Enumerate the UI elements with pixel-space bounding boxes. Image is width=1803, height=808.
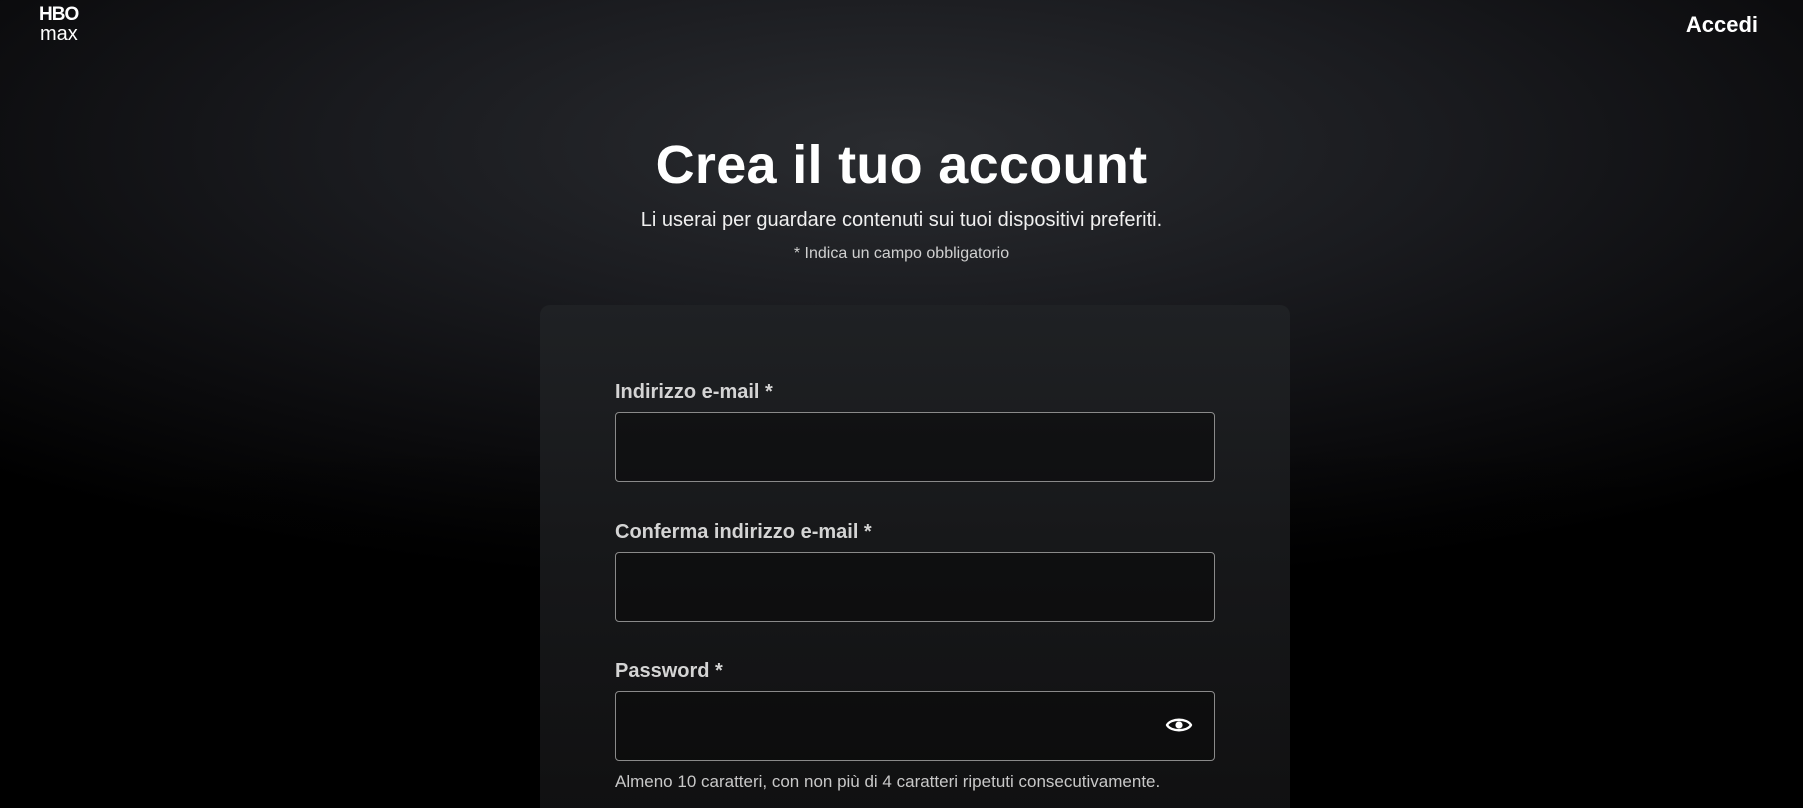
password-input-wrapper bbox=[615, 691, 1215, 761]
confirm-email-field-group: Conferma indirizzo e-mail * bbox=[615, 520, 1215, 622]
eye-icon[interactable] bbox=[1165, 713, 1193, 737]
email-field-group: Indirizzo e-mail * bbox=[615, 380, 1215, 482]
confirm-email-label: Conferma indirizzo e-mail * bbox=[615, 521, 872, 543]
password-label: Password * bbox=[615, 660, 723, 682]
password-hint: Almeno 10 caratteri, con non più di 4 ca… bbox=[615, 772, 1161, 791]
signup-form-card: Indirizzo e-mail * Conferma indirizzo e-… bbox=[540, 305, 1290, 808]
hbo-max-logo[interactable]: HBO max bbox=[39, 3, 95, 43]
logo-max-text: max bbox=[40, 23, 78, 43]
signin-link[interactable]: Accedi bbox=[1686, 12, 1758, 38]
password-field-group: Password * Almeno 10 caratteri, con non … bbox=[615, 659, 1215, 793]
email-label: Indirizzo e-mail * bbox=[615, 381, 773, 403]
page-title: Crea il tuo account bbox=[655, 135, 1148, 195]
logo-hbo-text: HBO bbox=[39, 4, 78, 25]
confirm-email-input[interactable] bbox=[615, 552, 1215, 622]
email-input[interactable] bbox=[615, 412, 1215, 482]
page-subtitle: Li userai per guardare contenuti sui tuo… bbox=[640, 209, 1163, 231]
required-field-note: * Indica un campo obbligatorio bbox=[793, 245, 1010, 262]
password-input[interactable] bbox=[615, 691, 1215, 761]
